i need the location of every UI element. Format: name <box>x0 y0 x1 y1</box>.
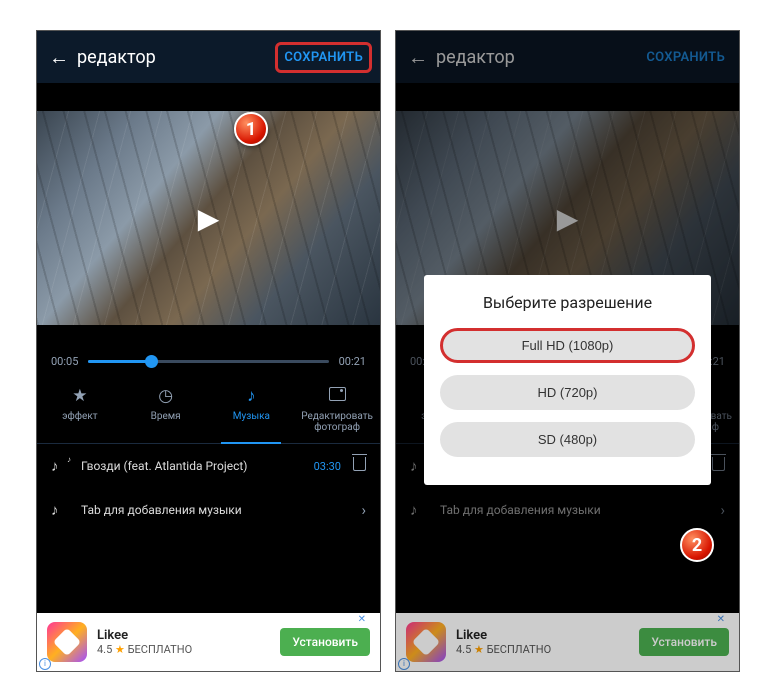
tab-photo[interactable]: Редактировать фотограф <box>294 378 380 443</box>
option-sd[interactable]: SD (480p) <box>440 422 695 457</box>
ad-banner[interactable]: i ✕ Likee 4.5 ★ БЕСПЛАТНО Установить <box>37 613 380 671</box>
star-icon: ★ <box>39 386 121 406</box>
page-title: редактор <box>436 47 640 68</box>
track-row[interactable]: ♪ Гвозди (feat. Atlantida Project) 03:30 <box>37 444 380 488</box>
add-music-row[interactable]: ♪ Tab для добавления музыки › <box>37 488 380 532</box>
editor-tabs: ★эффект ◷Время ♪Музыка Редактировать фот… <box>37 378 380 444</box>
add-music-label: Tab для добавления музыки <box>81 503 361 517</box>
tab-effect[interactable]: ★эффект <box>37 378 123 443</box>
back-button[interactable]: ← <box>45 45 73 70</box>
back-button: ← <box>404 45 432 70</box>
save-button: СОХРАНИТЬ <box>640 45 731 70</box>
add-music-row: ♪Tab для добавления музыки› <box>396 488 739 532</box>
play-icon[interactable]: ▶ <box>198 202 220 235</box>
ad-install-button[interactable]: Установить <box>280 628 370 656</box>
option-hd[interactable]: HD (720p) <box>440 375 695 410</box>
ad-title: Likee <box>97 628 280 643</box>
music-icon: ♪ <box>211 386 293 406</box>
delete-icon[interactable] <box>353 457 366 475</box>
seek-thumb[interactable] <box>145 355 158 368</box>
ad-close-icon[interactable]: ✕ <box>358 614 366 625</box>
tab-music[interactable]: ♪Музыка <box>209 378 295 443</box>
image-icon <box>296 386 378 406</box>
note-icon: ♪ <box>51 501 73 519</box>
save-button[interactable]: СОХРАНИТЬ <box>275 42 372 73</box>
clock-icon: ◷ <box>125 386 207 406</box>
seek-track[interactable] <box>88 360 328 363</box>
timeline[interactable]: 00:05 00:21 <box>37 355 380 368</box>
option-fullhd[interactable]: Full HD (1080p) <box>440 328 695 363</box>
screenshot-2: ← редактор СОХРАНИТЬ ▶ 00:05 00:21 ★эффе… <box>395 30 740 672</box>
note-icon: ♪ <box>51 457 73 475</box>
app-header: ← редактор СОХРАНИТЬ <box>37 31 380 83</box>
time-current: 00:05 <box>51 355 78 368</box>
resolution-dialog: 2 Выберите разрешение Full HD (1080p) HD… <box>424 275 711 485</box>
dialog-title: Выберите разрешение <box>440 293 695 312</box>
ad-rating: 4.5 ★ БЕСПЛАТНО <box>97 643 280 656</box>
video-preview[interactable]: ▶ <box>37 111 380 325</box>
page-title: редактор <box>77 47 275 68</box>
play-icon: ▶ <box>557 202 579 235</box>
track-name: Гвозди (feat. Atlantida Project) <box>81 459 314 473</box>
tab-time[interactable]: ◷Время <box>123 378 209 443</box>
screenshot-1: ← редактор СОХРАНИТЬ 1 ▶ 00:05 00:21 ★эф… <box>36 30 381 672</box>
chevron-right-icon: › <box>361 501 366 519</box>
track-duration: 03:30 <box>314 460 341 473</box>
star-icon: ★ <box>115 643 125 656</box>
callout-marker-2: 2 <box>680 528 714 562</box>
time-total: 00:21 <box>339 355 366 368</box>
ad-app-icon <box>47 622 87 662</box>
ad-banner: i✕ Likee4.5 ★ БЕСПЛАТНО Установить <box>396 613 739 671</box>
app-header: ← редактор СОХРАНИТЬ <box>396 31 739 83</box>
callout-marker-1: 1 <box>234 112 268 146</box>
